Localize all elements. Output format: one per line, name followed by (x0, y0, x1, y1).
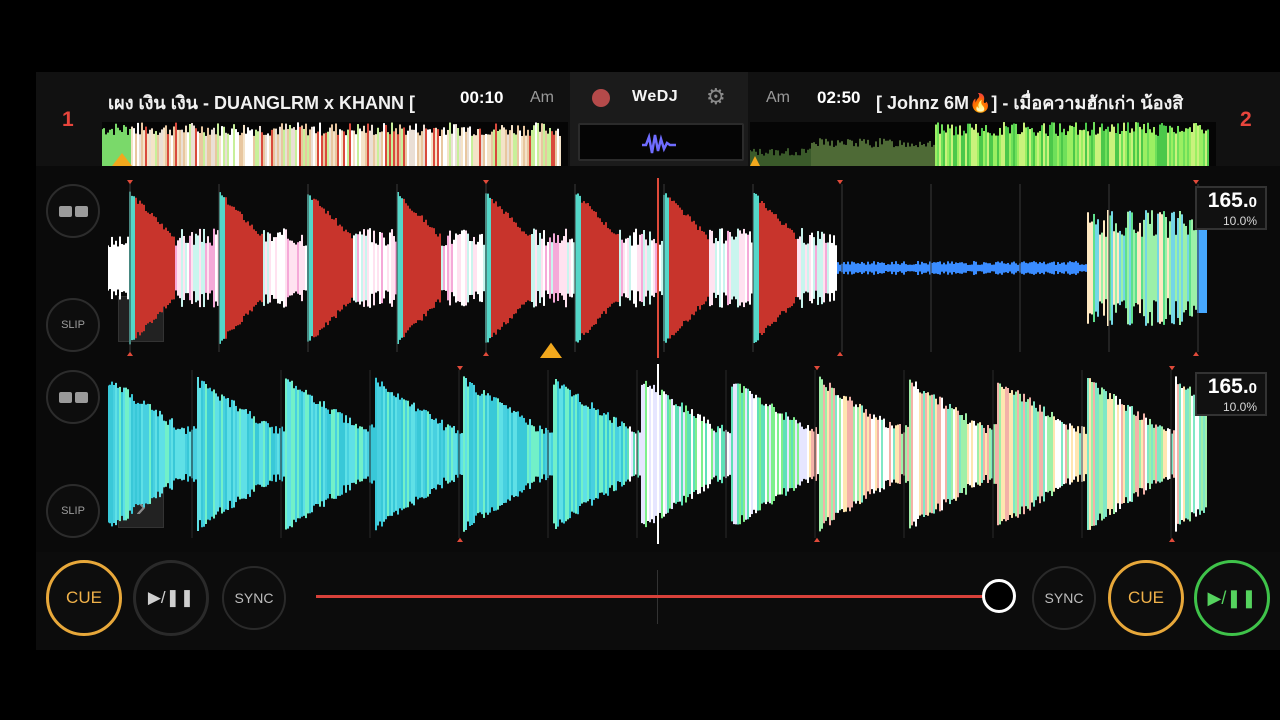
deck1-loop-button[interactable] (46, 184, 100, 238)
loop-icon (58, 205, 88, 217)
beat-marker (483, 180, 489, 185)
deck2-bpm: 165.0 (1207, 375, 1257, 398)
crossfader-handle[interactable] (982, 579, 1016, 613)
deck1-play-pause-button[interactable]: ▶/❚❚ (133, 560, 209, 636)
beat-marker (457, 537, 463, 542)
beat-marker (1169, 366, 1175, 371)
deck2-cue-button[interactable]: CUE (1108, 560, 1184, 636)
deck2-time: 02:50 (817, 88, 861, 107)
crossfader[interactable] (316, 570, 1016, 626)
wedj-app: 1 เผง เงิน เงิน - DUANGLRM x KHANN [ 00:… (36, 72, 1280, 650)
beat-marker (1169, 537, 1175, 542)
gear-icon[interactable]: ⚙ (706, 84, 726, 110)
deck1-waveform-svg (108, 178, 1207, 358)
deck2-play-pause-button[interactable]: ▶/❚❚ (1194, 560, 1270, 636)
deck1-pitch: 10.0% (1222, 214, 1257, 228)
app-logo: WeDJ (632, 88, 679, 105)
deck2-slip-button[interactable]: SLIP (46, 484, 100, 538)
deck2-number: 2 (1240, 108, 1252, 131)
deck1-sync-button[interactable]: SYNC (222, 566, 286, 630)
deck2-sync-button[interactable]: SYNC (1032, 566, 1096, 630)
waveform-icon (642, 132, 676, 154)
deck1-playhead-marker (112, 153, 132, 166)
beat-marker (1193, 180, 1199, 185)
deck2-key: Am (766, 89, 790, 106)
beat-marker (127, 351, 133, 356)
deck1-track-title[interactable]: เผง เงิน เงิน - DUANGLRM x KHANN [ (108, 88, 446, 117)
beat-marker (540, 342, 562, 358)
crossfader-track (316, 595, 988, 598)
beat-marker (814, 537, 820, 542)
deck1-waveform[interactable] (108, 178, 1208, 358)
beat-marker (127, 180, 133, 185)
deck2-overview-waveform[interactable] (750, 122, 1216, 166)
deck2-bpm-display[interactable]: 165.0 10.0% (1195, 372, 1267, 416)
center-panel: WeDJ ⚙ (570, 72, 748, 166)
deck1-number: 1 (62, 108, 74, 131)
transport-bar: CUE ▶/❚❚ SYNC SYNC CUE ▶/❚❚ (36, 552, 1280, 650)
beat-marker (1193, 351, 1199, 356)
deck2-pitch: 10.0% (1222, 400, 1257, 414)
deck1-bpm: 165.0 (1207, 189, 1257, 212)
top-bar: 1 เผง เงิน เงิน - DUANGLRM x KHANN [ 00:… (36, 72, 1280, 166)
loop-icon (58, 391, 88, 403)
deck1-overview-waveform[interactable] (102, 122, 568, 166)
deck2-loop-button[interactable] (46, 370, 100, 424)
deck1-bpm-display[interactable]: 165.0 10.0% (1195, 186, 1267, 230)
beat-marker (837, 180, 843, 185)
deck1-cue-button[interactable]: CUE (46, 560, 122, 636)
deck2-track-title[interactable]: [ Johnz 6M🔥] - เมื่อความฮักเก่า น้องสิ (876, 88, 1212, 117)
record-icon[interactable] (592, 89, 610, 107)
deck2-playhead-marker (750, 156, 760, 166)
deck1-time: 00:10 (460, 88, 504, 107)
beat-marker (457, 366, 463, 371)
beat-marker (837, 351, 843, 356)
waveform-mode-button[interactable] (578, 123, 744, 161)
deck1-slip-button[interactable]: SLIP (46, 298, 100, 352)
deck2-waveform-svg (108, 364, 1207, 544)
beat-marker (814, 366, 820, 371)
deck2-waveform[interactable] (108, 364, 1208, 544)
beat-marker (483, 351, 489, 356)
deck1-key: Am (530, 89, 554, 106)
deck-waveforms-area: SLIP › 165.0 10.0% SLIP › 165.0 10.0% (36, 166, 1280, 552)
